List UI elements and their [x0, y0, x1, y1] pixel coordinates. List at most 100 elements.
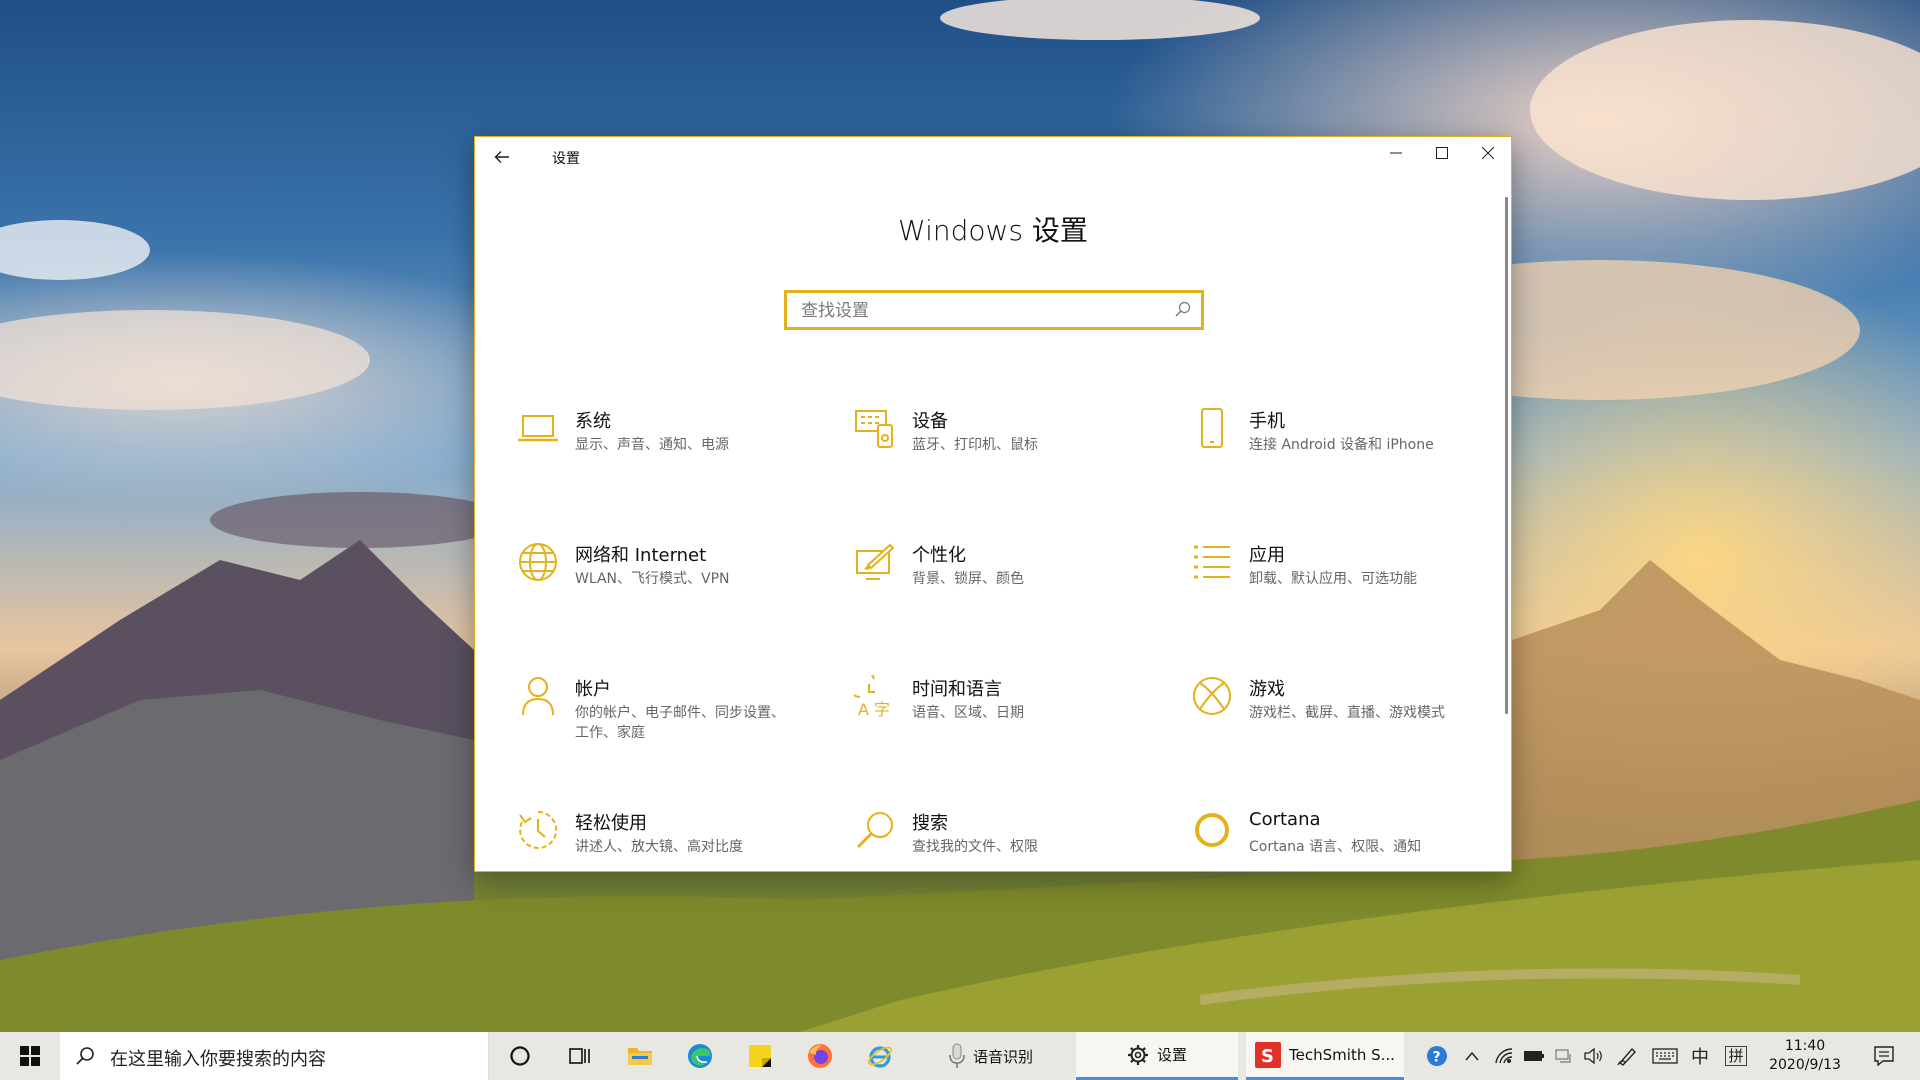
file-explorer-button[interactable] [616, 1032, 664, 1080]
microphone-icon [949, 1043, 965, 1068]
svg-text:字: 字 [874, 700, 890, 717]
close-icon [1482, 147, 1494, 159]
category-phone[interactable]: 手机 连接 Android 设备和 iPhone [1189, 405, 1489, 495]
category-apps[interactable]: 应用 卸载、默认应用、可选功能 [1189, 539, 1489, 629]
back-arrow-icon [494, 151, 509, 163]
category-gaming[interactable]: 游戏 游戏栏、截屏、直播、游戏模式 [1189, 673, 1489, 763]
category-title: 个性化 [912, 545, 966, 566]
touch-keyboard-button[interactable] [1648, 1032, 1682, 1080]
search-input[interactable] [799, 298, 1163, 324]
person-icon [515, 673, 561, 719]
phone-icon [1189, 405, 1235, 451]
volume-tray-button[interactable] [1580, 1032, 1608, 1080]
notification-icon [1874, 1046, 1894, 1066]
help-tray-button[interactable]: ? [1420, 1032, 1454, 1080]
category-desc: 你的帐户、电子邮件、同步设置、工作、家庭 [575, 705, 785, 741]
battery-tray-button[interactable] [1520, 1032, 1548, 1080]
ime-mode-indicator[interactable]: 拼 [1718, 1032, 1754, 1080]
globe-icon [515, 539, 561, 585]
speaker-icon [1584, 1048, 1602, 1064]
category-title: Cortana [1249, 809, 1321, 830]
start-button[interactable] [0, 1032, 60, 1080]
sticky-notes-icon [749, 1045, 771, 1067]
minimize-icon [1390, 152, 1402, 154]
search-icon [1175, 301, 1191, 317]
taskbar-search-text: 在这里输入你要搜索的内容 [110, 1049, 326, 1070]
ime-language-indicator[interactable]: 中 [1686, 1032, 1714, 1080]
category-devices[interactable]: 设备 蓝牙、打印机、鼠标 [852, 405, 1152, 495]
maximize-icon [1436, 147, 1448, 159]
chevron-up-icon [1465, 1051, 1479, 1061]
category-desc: Cortana 语言、权限、通知 [1249, 839, 1422, 855]
show-hidden-icons-button[interactable] [1458, 1032, 1486, 1080]
category-title: 设备 [912, 411, 948, 432]
taskbar-app-settings[interactable]: 设置 [1076, 1032, 1238, 1080]
system-clock[interactable]: 11:40 2020/9/13 [1758, 1037, 1852, 1075]
category-desc: WLAN、飞行模式、VPN [575, 571, 730, 587]
task-view-icon [569, 1048, 590, 1064]
sticky-notes-button[interactable] [736, 1032, 784, 1080]
ethernet-icon [1555, 1049, 1571, 1063]
ease-of-access-icon [515, 807, 561, 853]
taskbar-search-box[interactable]: 在这里输入你要搜索的内容 [60, 1032, 489, 1080]
laptop-icon [515, 405, 561, 451]
category-accounts[interactable]: 帐户 你的帐户、电子邮件、同步设置、工作、家庭 [515, 673, 815, 763]
ime-language-text: 中 [1691, 1047, 1709, 1068]
settings-search-box[interactable] [784, 290, 1204, 330]
category-title: 游戏 [1249, 679, 1285, 700]
edge-button[interactable] [676, 1032, 724, 1080]
personalization-icon [852, 539, 898, 585]
pen-tray-button[interactable] [1612, 1032, 1642, 1080]
category-desc: 语音、区域、日期 [912, 705, 1024, 721]
apps-list-icon [1189, 539, 1235, 585]
maximize-button[interactable] [1419, 137, 1465, 169]
cortana-circle-icon [510, 1046, 530, 1066]
category-search[interactable]: 搜索 查找我的文件、权限 [852, 807, 1152, 897]
category-network[interactable]: 网络和 Internet WLAN、飞行模式、VPN [515, 539, 815, 629]
category-ease-of-access[interactable]: 轻松使用 讲述人、放大镜、高对比度 [515, 807, 815, 897]
firefox-icon [808, 1044, 832, 1068]
category-desc: 蓝牙、打印机、鼠标 [912, 437, 1038, 453]
taskbar-app-speech[interactable]: 语音识别 [912, 1032, 1070, 1080]
minimize-button[interactable] [1373, 137, 1419, 169]
category-title: 应用 [1249, 545, 1285, 566]
action-center-button[interactable] [1862, 1032, 1906, 1080]
category-title: 网络和 Internet [575, 545, 707, 566]
category-system[interactable]: 系统 显示、声音、通知、电源 [515, 405, 815, 495]
folder-icon [628, 1048, 652, 1065]
category-cortana[interactable]: Cortana Cortana 语言、权限、通知 [1189, 807, 1489, 897]
taskbar-app-techsmith[interactable]: S TechSmith S... [1246, 1032, 1404, 1080]
internet-explorer-button[interactable] [856, 1032, 904, 1080]
windows-logo-icon [20, 1046, 40, 1066]
category-desc: 游戏栏、截屏、直播、游戏模式 [1249, 705, 1445, 721]
window-title: 设置 [552, 151, 580, 167]
cortana-button[interactable] [496, 1032, 544, 1080]
back-button[interactable] [487, 143, 517, 171]
devices-icon [852, 405, 898, 451]
category-time-language[interactable]: A字 时间和语言 语音、区域、日期 [852, 673, 1152, 763]
scrollbar[interactable] [1505, 197, 1508, 714]
gear-icon [1127, 1044, 1148, 1065]
category-title: 系统 [575, 411, 611, 432]
edge-browser-icon [688, 1044, 712, 1068]
clock-date: 2020/9/13 [1769, 1057, 1841, 1073]
wifi-tray-button[interactable] [1490, 1032, 1518, 1080]
category-desc: 讲述人、放大镜、高对比度 [575, 839, 743, 855]
pen-workspace-icon [1617, 1047, 1636, 1066]
taskbar-app-label: TechSmith S... [1289, 1045, 1395, 1064]
task-view-button[interactable] [556, 1032, 604, 1080]
clock-time: 11:40 [1784, 1038, 1826, 1054]
ime-mode-text: 拼 [1725, 1046, 1747, 1066]
category-personalization[interactable]: 个性化 背景、锁屏、颜色 [852, 539, 1152, 629]
network-tray-button[interactable] [1550, 1032, 1578, 1080]
page-title: Windows 设置 [898, 214, 1088, 247]
category-title: 时间和语言 [912, 679, 1002, 700]
close-button[interactable] [1465, 137, 1511, 169]
firefox-button[interactable] [796, 1032, 844, 1080]
svg-text:S: S [1261, 1046, 1274, 1067]
techsmith-snagit-icon: S [1255, 1041, 1282, 1068]
xbox-icon [1189, 673, 1235, 719]
cortana-icon [1189, 807, 1235, 853]
battery-icon [1524, 1051, 1544, 1061]
category-desc: 卸载、默认应用、可选功能 [1249, 571, 1417, 587]
